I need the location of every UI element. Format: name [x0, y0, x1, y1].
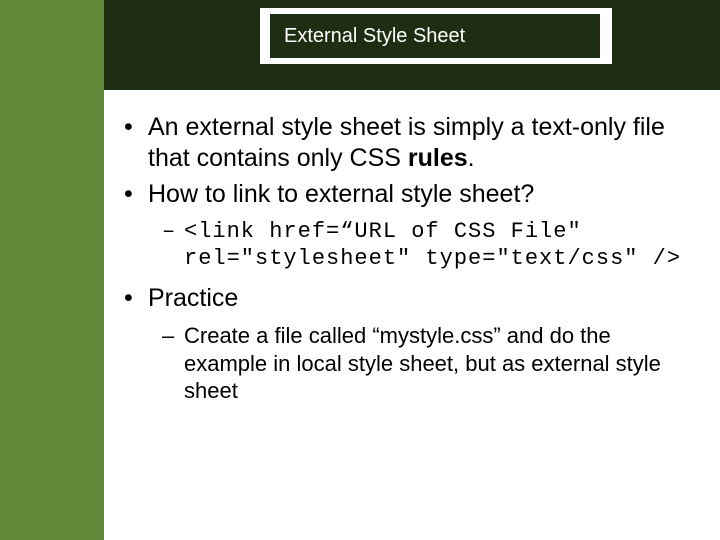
bullet-item: How to link to external style sheet? <li…	[124, 179, 690, 273]
bullet-list: An external style sheet is simply a text…	[124, 112, 690, 405]
bullet-text: Practice	[148, 284, 238, 312]
sub-bullet-list: <link href=“URL of CSS File" rel="styles…	[162, 218, 690, 273]
code-snippet: <link href=“URL of CSS File" rel="styles…	[162, 218, 690, 273]
bullet-item: Practice Create a file called “mystyle.c…	[124, 283, 690, 405]
content-area: An external style sheet is simply a text…	[124, 112, 690, 415]
bullet-item: An external style sheet is simply a text…	[124, 112, 690, 175]
sidebar-accent	[0, 0, 104, 540]
sub-bullet-item: Create a file called “mystyle.css” and d…	[162, 322, 690, 405]
slide-title: External Style Sheet	[270, 14, 600, 58]
bullet-text: How to link to external style sheet?	[148, 180, 534, 208]
bullet-text-bold: rules	[408, 144, 468, 172]
bullet-text: An external style sheet is simply a text…	[148, 113, 665, 172]
bullet-text: .	[468, 144, 475, 172]
sub-bullet-list: Create a file called “mystyle.css” and d…	[162, 322, 690, 405]
slide: External Style Sheet An external style s…	[0, 0, 720, 540]
